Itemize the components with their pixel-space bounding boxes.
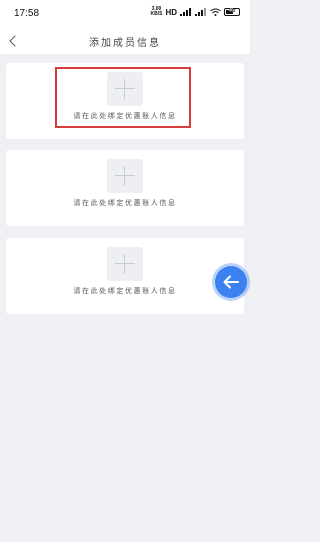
member-card-3[interactable]: 请在此处绑定优惠账人信息 <box>6 238 244 314</box>
battery-icon: 45 <box>224 8 240 16</box>
status-bar: 17:58 3.00 KB/S HD 45 <box>0 0 250 28</box>
card-label: 请在此处绑定优惠账人信息 <box>73 112 177 120</box>
add-plus-icon[interactable] <box>107 159 143 193</box>
nav-bar: 添加成员信息 <box>0 28 250 54</box>
add-plus-icon[interactable] <box>107 72 143 106</box>
wifi-icon <box>210 8 221 16</box>
hd-badge: HD <box>165 7 177 17</box>
member-card-1[interactable]: 请在此处绑定优惠账人信息 <box>6 63 244 139</box>
floating-back-button[interactable] <box>215 266 247 298</box>
arrow-left-icon <box>223 275 239 289</box>
signal-icon-2 <box>195 8 206 16</box>
status-icons: 3.00 KB/S HD 45 <box>150 7 240 17</box>
card-label: 请在此处绑定优惠账人信息 <box>73 287 177 295</box>
network-speed: 3.00 KB/S <box>150 6 163 17</box>
add-plus-icon[interactable] <box>107 247 143 281</box>
page-title: 添加成员信息 <box>89 38 161 49</box>
signal-icon <box>180 8 191 16</box>
member-card-2[interactable]: 请在此处绑定优惠账人信息 <box>6 150 244 226</box>
card-label: 请在此处绑定优惠账人信息 <box>73 199 177 207</box>
status-time: 17:58 <box>14 8 40 19</box>
